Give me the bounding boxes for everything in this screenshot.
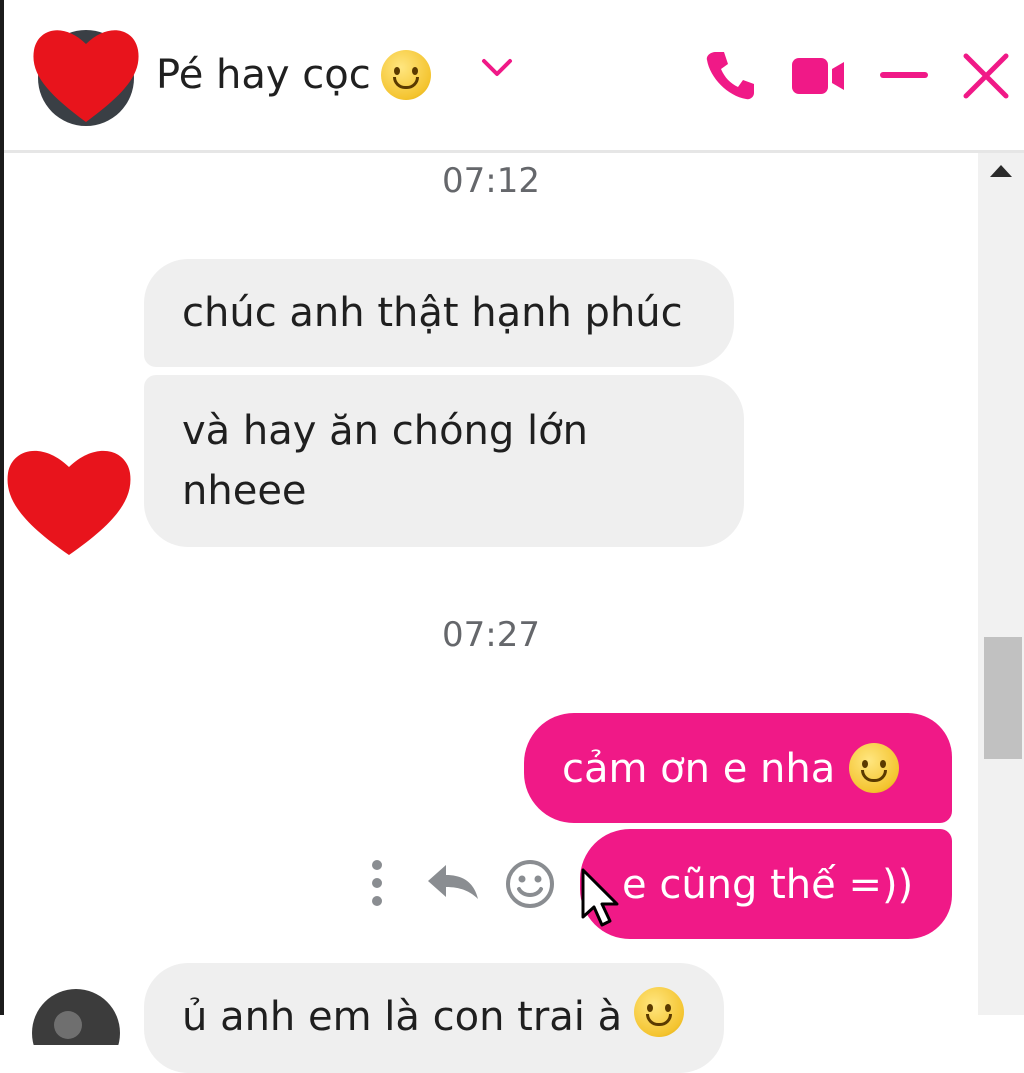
message-text: e cũng thế =))	[622, 862, 914, 908]
more-options-icon[interactable]	[366, 859, 388, 907]
timestamp: 07:12	[442, 161, 540, 201]
message-text-line: và hay ăn chóng lớn	[182, 408, 588, 454]
outgoing-message-bubble[interactable]: e cũng thế =))	[580, 829, 952, 939]
video-camera-icon[interactable]	[790, 54, 848, 98]
react-emoji-icon[interactable]	[504, 858, 556, 910]
reply-icon[interactable]	[426, 863, 480, 901]
timestamp: 07:27	[442, 615, 540, 655]
phone-icon[interactable]	[704, 48, 756, 102]
smiling-face-emoji-icon	[849, 743, 900, 793]
sender-avatar-icon	[32, 989, 120, 1045]
contact-avatar[interactable]	[30, 22, 142, 126]
emoji-icon	[634, 987, 685, 1037]
heart-avatar-icon	[33, 30, 139, 126]
sender-avatar-heart-icon	[7, 450, 131, 555]
incoming-message-bubble[interactable]: ủ anh em là con trai à	[144, 963, 724, 1073]
scrollbar[interactable]	[978, 153, 1024, 1015]
message-text: cảm ơn e nha	[562, 746, 836, 792]
mouse-cursor-icon	[581, 868, 619, 927]
chat-header: Pé hay cọc	[4, 0, 1024, 153]
outgoing-message-bubble[interactable]: cảm ơn e nha	[524, 713, 952, 823]
incoming-message-bubble[interactable]: chúc anh thật hạnh phúc	[144, 259, 734, 367]
incoming-message-bubble[interactable]: và hay ăn chóng lớn nheee	[144, 375, 744, 547]
minimize-icon[interactable]	[878, 70, 930, 80]
message-text-line: nheee	[182, 468, 307, 514]
message-text: ủ anh em là con trai à	[182, 994, 623, 1040]
scroll-up-arrow-icon[interactable]	[990, 165, 1012, 177]
contact-name-text: Pé hay cọc	[156, 52, 371, 98]
close-icon[interactable]	[960, 50, 1012, 102]
scrollbar-thumb[interactable]	[984, 637, 1022, 759]
message-text: chúc anh thật hạnh phúc	[182, 290, 683, 336]
contact-name[interactable]: Pé hay cọc	[156, 50, 431, 100]
chevron-down-icon[interactable]	[480, 56, 514, 80]
message-list[interactable]: 07:12 chúc anh thật hạnh phúc và hay ăn …	[4, 153, 978, 1073]
smiling-face-emoji-icon	[380, 50, 431, 100]
